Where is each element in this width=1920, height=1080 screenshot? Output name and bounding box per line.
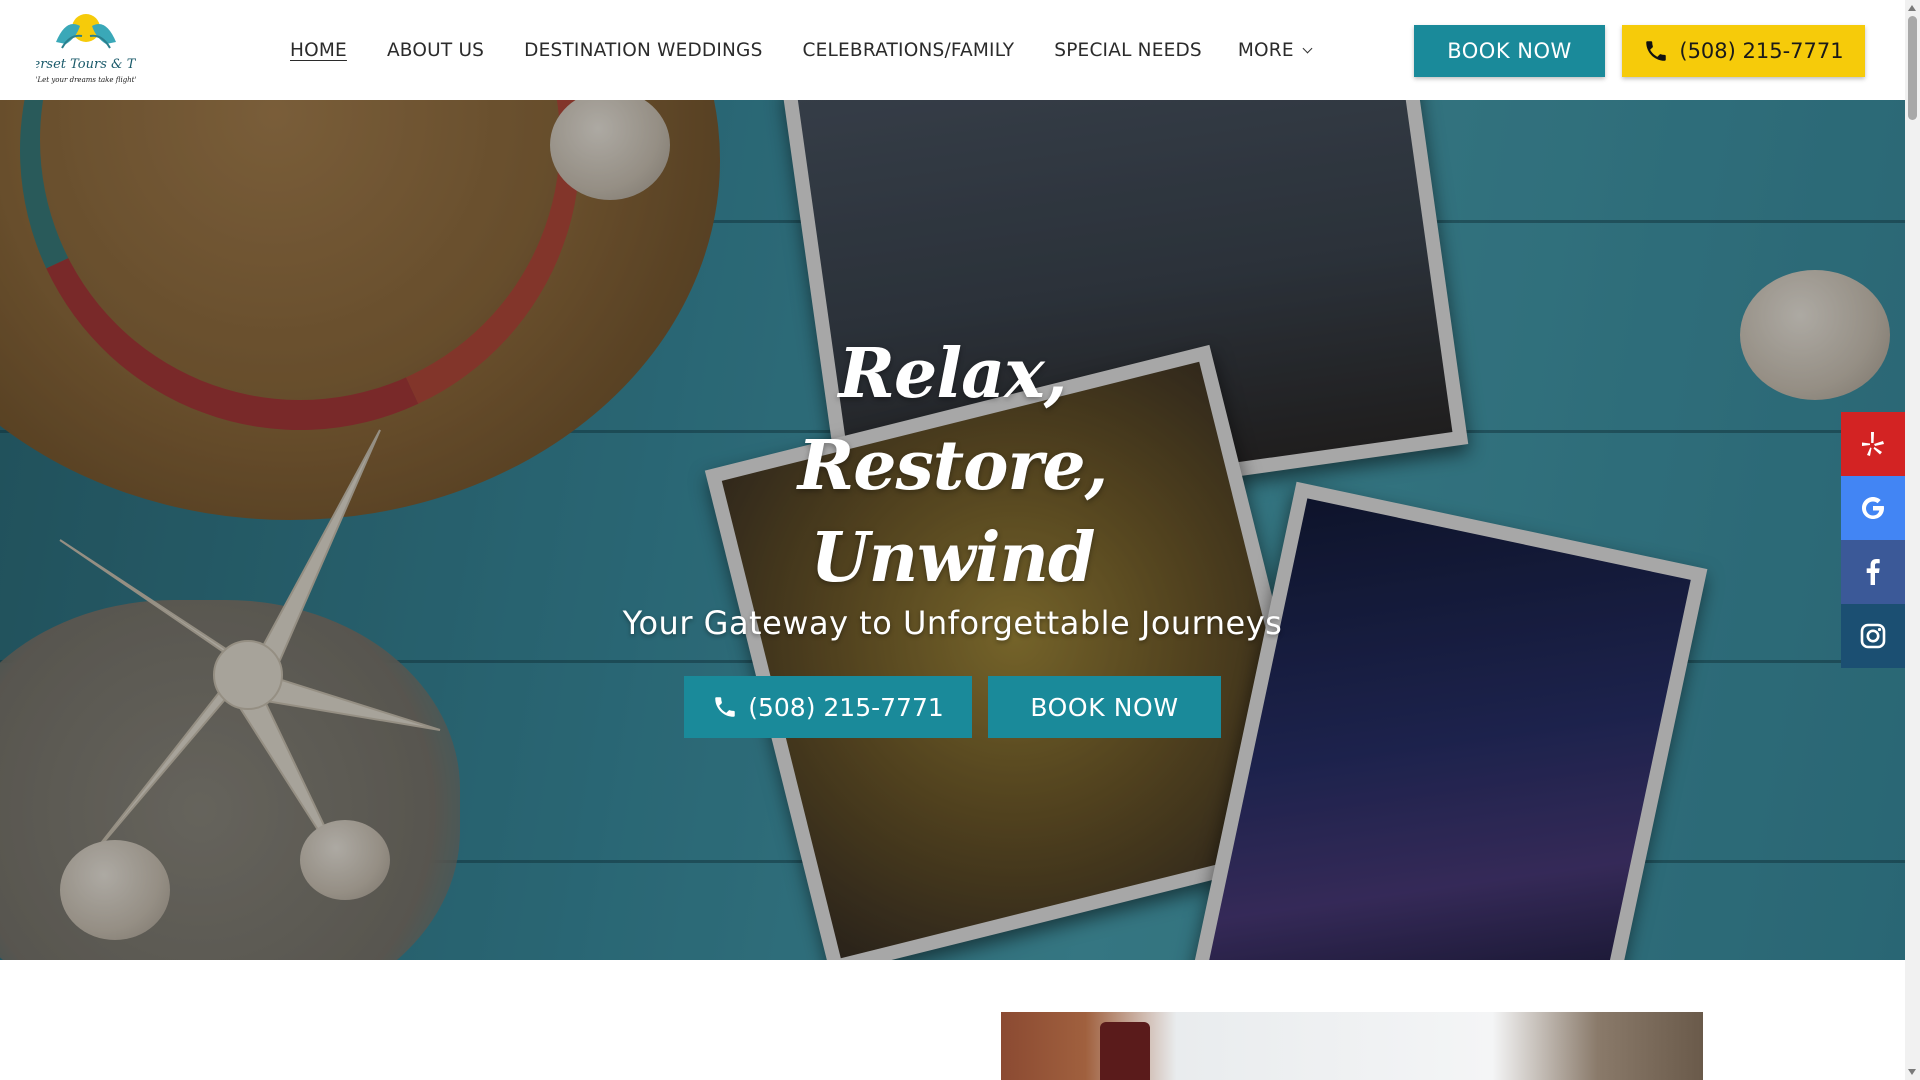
hero-book-now-label: BOOK NOW <box>1030 692 1179 722</box>
instagram-link[interactable] <box>1841 604 1905 668</box>
nav-special-needs[interactable]: SPECIAL NEEDS <box>1054 40 1202 61</box>
nav-more-dropdown[interactable]: MORE <box>1237 39 1313 61</box>
nav-home[interactable]: HOME <box>290 40 347 61</box>
header-phone-button[interactable]: (508) 215-7771 <box>1622 25 1865 77</box>
header-book-now-label: BOOK NOW <box>1447 39 1572 63</box>
hero-title-line-2: Restore, <box>797 426 1109 506</box>
svg-text:Somerset Tours & Travel: Somerset Tours & Travel <box>36 57 136 72</box>
hero-title-line-3: Unwind <box>810 518 1095 598</box>
chevron-down-icon <box>1302 43 1313 53</box>
hero-book-now-button[interactable]: BOOK NOW <box>988 676 1221 738</box>
street-lamp-image <box>1100 1022 1150 1080</box>
nav-celebrations-family[interactable]: CELEBRATIONS/FAMILY <box>803 40 1015 61</box>
hero-title-line-1: Relax, <box>838 334 1068 414</box>
scroll-up-arrow-icon[interactable] <box>1908 5 1916 11</box>
hero-subtitle: Your Gateway to Unforgettable Journeys <box>622 604 1283 642</box>
facebook-icon <box>1866 559 1880 585</box>
phone-icon <box>715 697 735 717</box>
instagram-icon <box>1860 623 1886 649</box>
nav-about-us[interactable]: ABOUT US <box>387 40 484 61</box>
main-nav: HOME ABOUT US DESTINATION WEDDINGS CELEB… <box>290 0 1351 100</box>
yelp-link[interactable] <box>1841 412 1905 476</box>
yelp-icon <box>1862 432 1884 456</box>
site-logo[interactable]: Somerset Tours & Travel "Let your dreams… <box>3 8 169 92</box>
scroll-down-arrow-icon[interactable] <box>1908 1069 1916 1075</box>
scrollbar-thumb[interactable] <box>1908 16 1917 120</box>
facebook-link[interactable] <box>1841 540 1905 604</box>
nav-more-label: MORE <box>1237 39 1294 61</box>
google-icon <box>1862 497 1884 519</box>
social-sidebar <box>1841 412 1905 668</box>
hero-phone-label: (508) 215-7771 <box>748 692 944 722</box>
intro-section <box>0 960 1905 1080</box>
svg-text:"Let your dreams take flight": "Let your dreams take flight" <box>36 76 136 84</box>
page-scrollbar[interactable] <box>1905 0 1920 1080</box>
nav-destination-weddings[interactable]: DESTINATION WEDDINGS <box>524 40 762 61</box>
site-header: Somerset Tours & Travel "Let your dreams… <box>0 0 1905 100</box>
hero-title: Relax, Restore, Unwind <box>0 328 1905 604</box>
header-phone-label: (508) 215-7771 <box>1679 39 1844 63</box>
hero-section: Relax, Restore, Unwind Your Gateway to U… <box>0 100 1905 960</box>
hero-phone-button[interactable]: (508) 215-7771 <box>684 676 972 738</box>
logo-graphic: Somerset Tours & Travel "Let your dreams… <box>3 14 169 84</box>
google-link[interactable] <box>1841 476 1905 540</box>
phone-icon <box>1646 41 1667 61</box>
header-book-now-button[interactable]: BOOK NOW <box>1414 25 1605 77</box>
